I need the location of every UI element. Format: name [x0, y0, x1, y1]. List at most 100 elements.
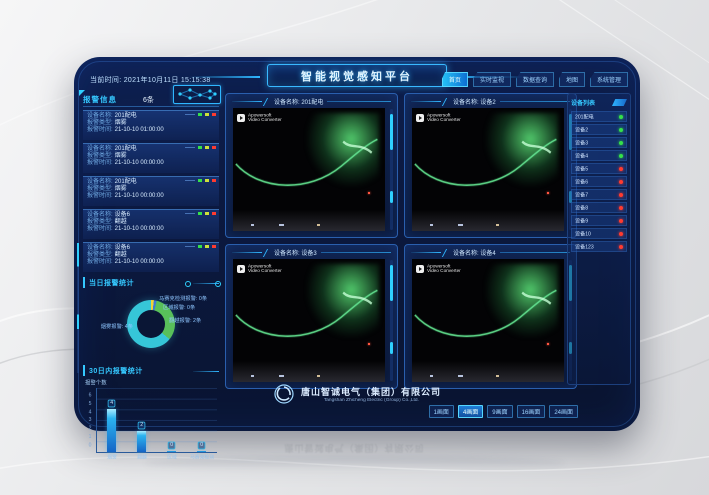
watermark-line2: Video Converter	[427, 269, 461, 274]
status-dot	[619, 193, 623, 197]
alarm-card[interactable]: 设备名称:设备6 报警类型:翻越 报警时间:21-10-10 00:00:00	[83, 209, 219, 239]
alarm-type-label: 报警类型:	[87, 120, 113, 126]
screens-24-button[interactable]: 24画面	[549, 405, 578, 418]
left-scrollbar[interactable]	[77, 243, 79, 373]
status-dot	[619, 206, 623, 210]
lamp-light	[458, 224, 463, 226]
bar-value-label: 4	[108, 400, 116, 408]
alarm-status-chips	[185, 179, 216, 182]
bar	[137, 431, 146, 452]
slash-decoration	[263, 249, 273, 257]
device-name: 设备5	[575, 165, 588, 173]
floor-reflection-text: 唐山智诚电气（集团）有限公司	[284, 442, 424, 455]
device-list-item[interactable]: 设备6	[571, 176, 627, 187]
y-tick: 2	[89, 426, 92, 431]
red-chip	[212, 212, 216, 215]
device-name-label: 设备名称:	[87, 212, 113, 218]
video-feed[interactable]: ApowersoftVideo Converter	[412, 108, 564, 231]
machinery-silhouette	[233, 210, 385, 231]
alarm-info-title: 报警信息	[83, 94, 117, 105]
device-name-value: 设备6	[115, 245, 130, 251]
alarm-status-chips	[185, 212, 216, 215]
device-list-item[interactable]: 设备7	[571, 189, 627, 200]
alarm-card[interactable]: 设备名称:设备6 报警类型:翻越 报警时间:21-10-10 00:00:00	[83, 242, 219, 272]
alarm-time-label: 报警时间:	[87, 226, 113, 232]
bar-value-label: 0	[168, 442, 176, 450]
tab-home[interactable]: 首页	[442, 72, 468, 87]
bar-column-climb: 2 翻越	[128, 388, 157, 452]
device-list-badge[interactable]	[612, 99, 627, 106]
red-chip	[212, 245, 216, 248]
device-list-item[interactable]: 201配电	[571, 111, 627, 122]
device-list-item[interactable]: 设备10	[571, 228, 627, 239]
device-name: 201配电	[575, 113, 594, 121]
device-list-item[interactable]: 设备5	[571, 163, 627, 174]
bar-category-label: 烟雾	[107, 453, 117, 460]
device-list-item[interactable]: 设备8	[571, 202, 627, 213]
tab-system[interactable]: 系统管理	[590, 72, 628, 87]
dashboard-window: 当前时间: 2021年10月11日 15:15:38 智能视觉感知平台 首页 实…	[74, 57, 640, 431]
alarm-card[interactable]: 设备名称:201配电 报警类型:烟雾 报警时间:21-10-10 01:00:0…	[83, 110, 219, 140]
lamp-light	[496, 224, 499, 226]
video-panel-3[interactable]: 设备名称: 设备3 ApowersoftVideo Converter	[225, 244, 398, 389]
floor-reflection-glow	[145, 456, 565, 470]
lamp-light	[317, 375, 320, 377]
tab-data-query[interactable]: 数据查询	[516, 72, 554, 87]
alarm-card[interactable]: 设备名称:201配电 报警类型:烟雾 报警时间:21-10-10 00:00:0…	[83, 143, 219, 173]
device-list-item[interactable]: 设备3	[571, 137, 627, 148]
alarm-type-value: 烟雾	[115, 186, 127, 192]
donut-label-climb: 翻越报警: 2条	[169, 316, 201, 324]
video-feed[interactable]: ApowersoftVideo Converter	[412, 259, 564, 382]
video-panel-4[interactable]: 设备名称: 设备4 ApowersoftVideo Converter	[404, 244, 577, 389]
device-name-label: 设备名称:	[87, 146, 113, 152]
screens-16-button[interactable]: 16画面	[517, 405, 546, 418]
status-dot	[619, 115, 623, 119]
device-list-item[interactable]: 设备2	[571, 124, 627, 135]
bar-column-region: 0 区域	[158, 388, 187, 452]
lamp-light	[279, 224, 284, 226]
video-scrollbar[interactable]	[390, 109, 393, 230]
today-stats-title: 当日报警统计	[83, 277, 219, 288]
lamp-light	[251, 375, 254, 377]
company-name-en: Tangshan Zhicheng Electric (Group) Co.,L…	[324, 398, 419, 403]
status-dot	[619, 180, 623, 184]
device-list-item[interactable]: 设备4	[571, 150, 627, 161]
video-scrollbar[interactable]	[390, 260, 393, 381]
alarm-type-label: 报警类型:	[87, 219, 113, 225]
tab-map[interactable]: 地图	[559, 72, 585, 87]
device-name-value: 设备6	[115, 212, 130, 218]
screens-9-button[interactable]: 9画面	[487, 405, 512, 418]
alarm-time-value: 21-10-10 00:00:00	[115, 259, 164, 265]
alarm-card[interactable]: 设备名称:201配电 报警类型:烟雾 报警时间:21-10-10 00:00:0…	[83, 176, 219, 206]
alarm-time-label: 报警时间:	[87, 127, 113, 133]
screens-4-button[interactable]: 4画面	[458, 405, 483, 418]
alarm-time-label: 报警时间:	[87, 259, 113, 265]
device-list-item[interactable]: 设备123	[571, 241, 627, 252]
video-panel-1[interactable]: 设备名称: 201配电 ApowersoftVideo Converter	[225, 93, 398, 238]
device-list-title: 设备列表	[571, 98, 595, 107]
device-name-value: 201配电	[115, 179, 137, 185]
video-feed[interactable]: ApowersoftVideo Converter	[233, 259, 385, 382]
video-panel-2[interactable]: 设备名称: 设备2 ApowersoftVideo Converter	[404, 93, 577, 238]
watermark-line2: Video Converter	[427, 118, 461, 123]
video-feed[interactable]: ApowersoftVideo Converter	[233, 108, 385, 231]
device-list-item[interactable]: 设备9	[571, 215, 627, 226]
month-stats-title-text: 30日内报警统计	[89, 366, 143, 376]
watermark-line2: Video Converter	[248, 118, 282, 123]
screen-layout-buttons: 1画面 4画面 9画面 16画面 24画面	[429, 405, 578, 418]
lamp-light	[458, 375, 463, 377]
device-name: 设备123	[575, 243, 594, 251]
device-name-value: 201配电	[115, 146, 137, 152]
page-background: 当前时间: 2021年10月11日 15:15:38 智能视觉感知平台 首页 实…	[0, 0, 709, 495]
bar	[167, 451, 176, 452]
company-branding: 唐山智诚电气（集团）有限公司 Tangshan Zhicheng Electri…	[273, 383, 441, 405]
tab-live-monitor[interactable]: 实时监视	[473, 72, 511, 87]
screens-1-button[interactable]: 1画面	[429, 405, 454, 418]
device-name-value: 201配电	[115, 113, 137, 119]
alarm-status-chips	[185, 245, 216, 248]
nav-tabs: 首页 实时监视 数据查询 地图 系统管理	[442, 72, 628, 87]
slash-decoration	[263, 98, 273, 106]
company-logo	[273, 383, 295, 405]
machinery-silhouette	[233, 361, 385, 382]
month-stats-title: 30日内报警统计	[83, 365, 219, 376]
